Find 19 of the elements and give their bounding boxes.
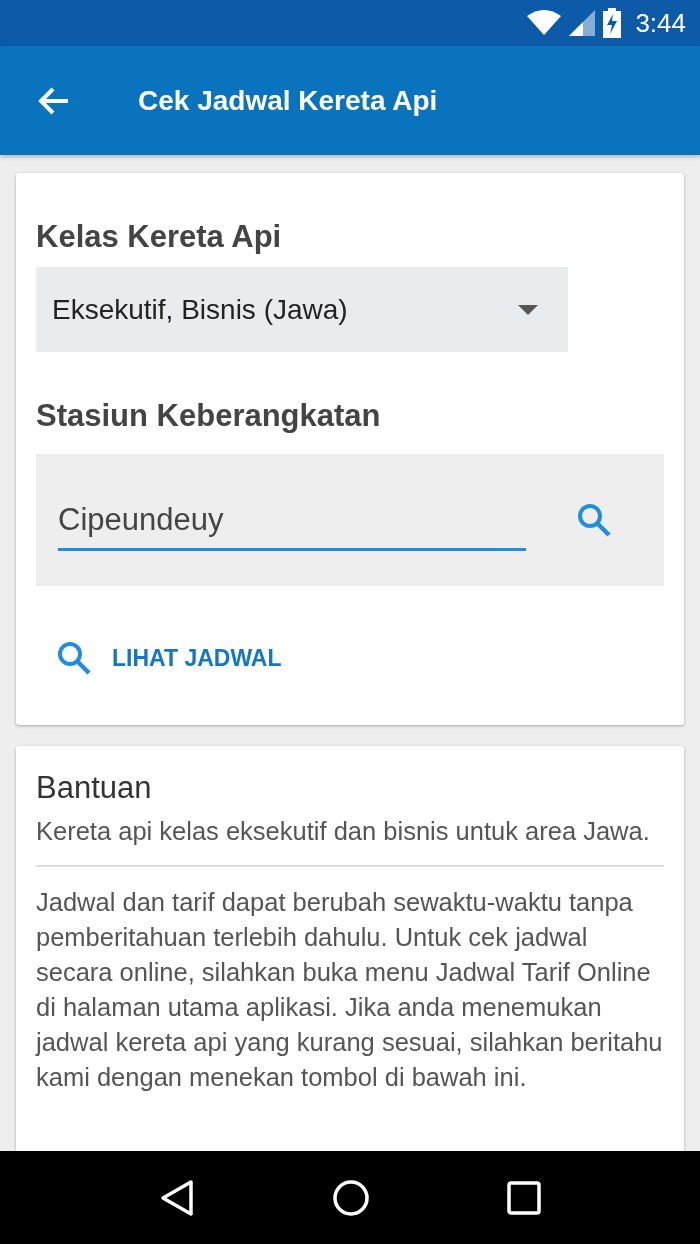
signal-icon bbox=[569, 10, 596, 36]
class-dropdown[interactable]: Eksekutif, Bisnis (Jawa) bbox=[36, 267, 568, 352]
status-time: 3:44 bbox=[635, 7, 686, 39]
station-field[interactable]: Cipeundeuy bbox=[58, 495, 526, 551]
recents-icon[interactable] bbox=[507, 1180, 542, 1215]
caret-icon bbox=[518, 304, 538, 315]
help-summary: Kereta api kelas eksekutif dan bisnis untuk area Jawa. bbox=[36, 816, 651, 847]
wifi-icon bbox=[527, 10, 562, 36]
field-label: Kelas Kereta Api bbox=[36, 218, 283, 256]
back-icon[interactable] bbox=[158, 1178, 195, 1217]
battery-icon bbox=[603, 8, 622, 38]
view-schedule-button[interactable]: LIHAT JADWAL bbox=[36, 630, 282, 686]
screen-title: Cek Jadwal Kereta Api bbox=[138, 84, 438, 117]
home-icon[interactable] bbox=[332, 1178, 370, 1217]
search-icon[interactable] bbox=[576, 502, 612, 538]
search-icon bbox=[56, 640, 92, 676]
field-label: Stasiun Keberangkatan bbox=[36, 397, 382, 435]
help-text: Jadwal dan tarif dapat berubah sewaktu-waktu tanpa pemberitahuan terlebih dahulu. Untuk cek jadwal secara online, silahkan buka menu Jadwal Tarif Online di halaman utama aplikasi. Jika anda menemukan jadwal kereta api yang kurang sesuai, silahkan beritahu kami dengan menekan tombol di bawah ini. bbox=[36, 887, 664, 1093]
help-title: Bantuan bbox=[36, 770, 153, 806]
